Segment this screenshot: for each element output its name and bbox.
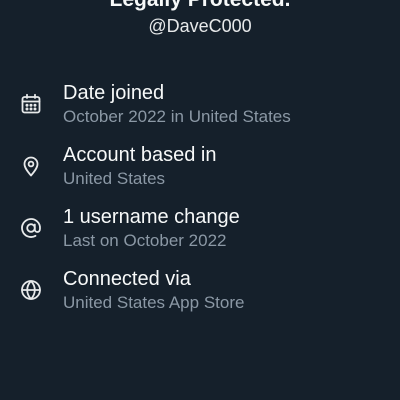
display-name: Legally Protected. [0,0,400,13]
connected-via-title: Connected via [63,268,191,290]
date-joined-value: October 2022 in United States [63,107,291,126]
about-account-list: Date joined October 2022 in United State… [0,78,400,326]
date-joined-row: Date joined October 2022 in United State… [0,78,400,140]
date-joined-title: Date joined [63,82,165,104]
username-change-value: Last on October 2022 [63,231,227,250]
connected-via-row: Connected via United States App Store [0,264,400,326]
username-handle: @DaveC000 [148,16,252,36]
account-based-in-row: Account based in United States [0,140,400,202]
connected-via-value: United States App Store [63,293,245,312]
at-sign-icon [19,216,43,240]
account-based-in-title: Account based in [63,144,217,166]
calendar-icon [19,92,43,116]
username-change-row: 1 username change Last on October 2022 [0,202,400,264]
account-based-in-value: United States [63,169,166,188]
globe-icon [19,278,43,302]
username-change-title: 1 username change [63,206,240,228]
location-pin-icon [19,154,43,178]
